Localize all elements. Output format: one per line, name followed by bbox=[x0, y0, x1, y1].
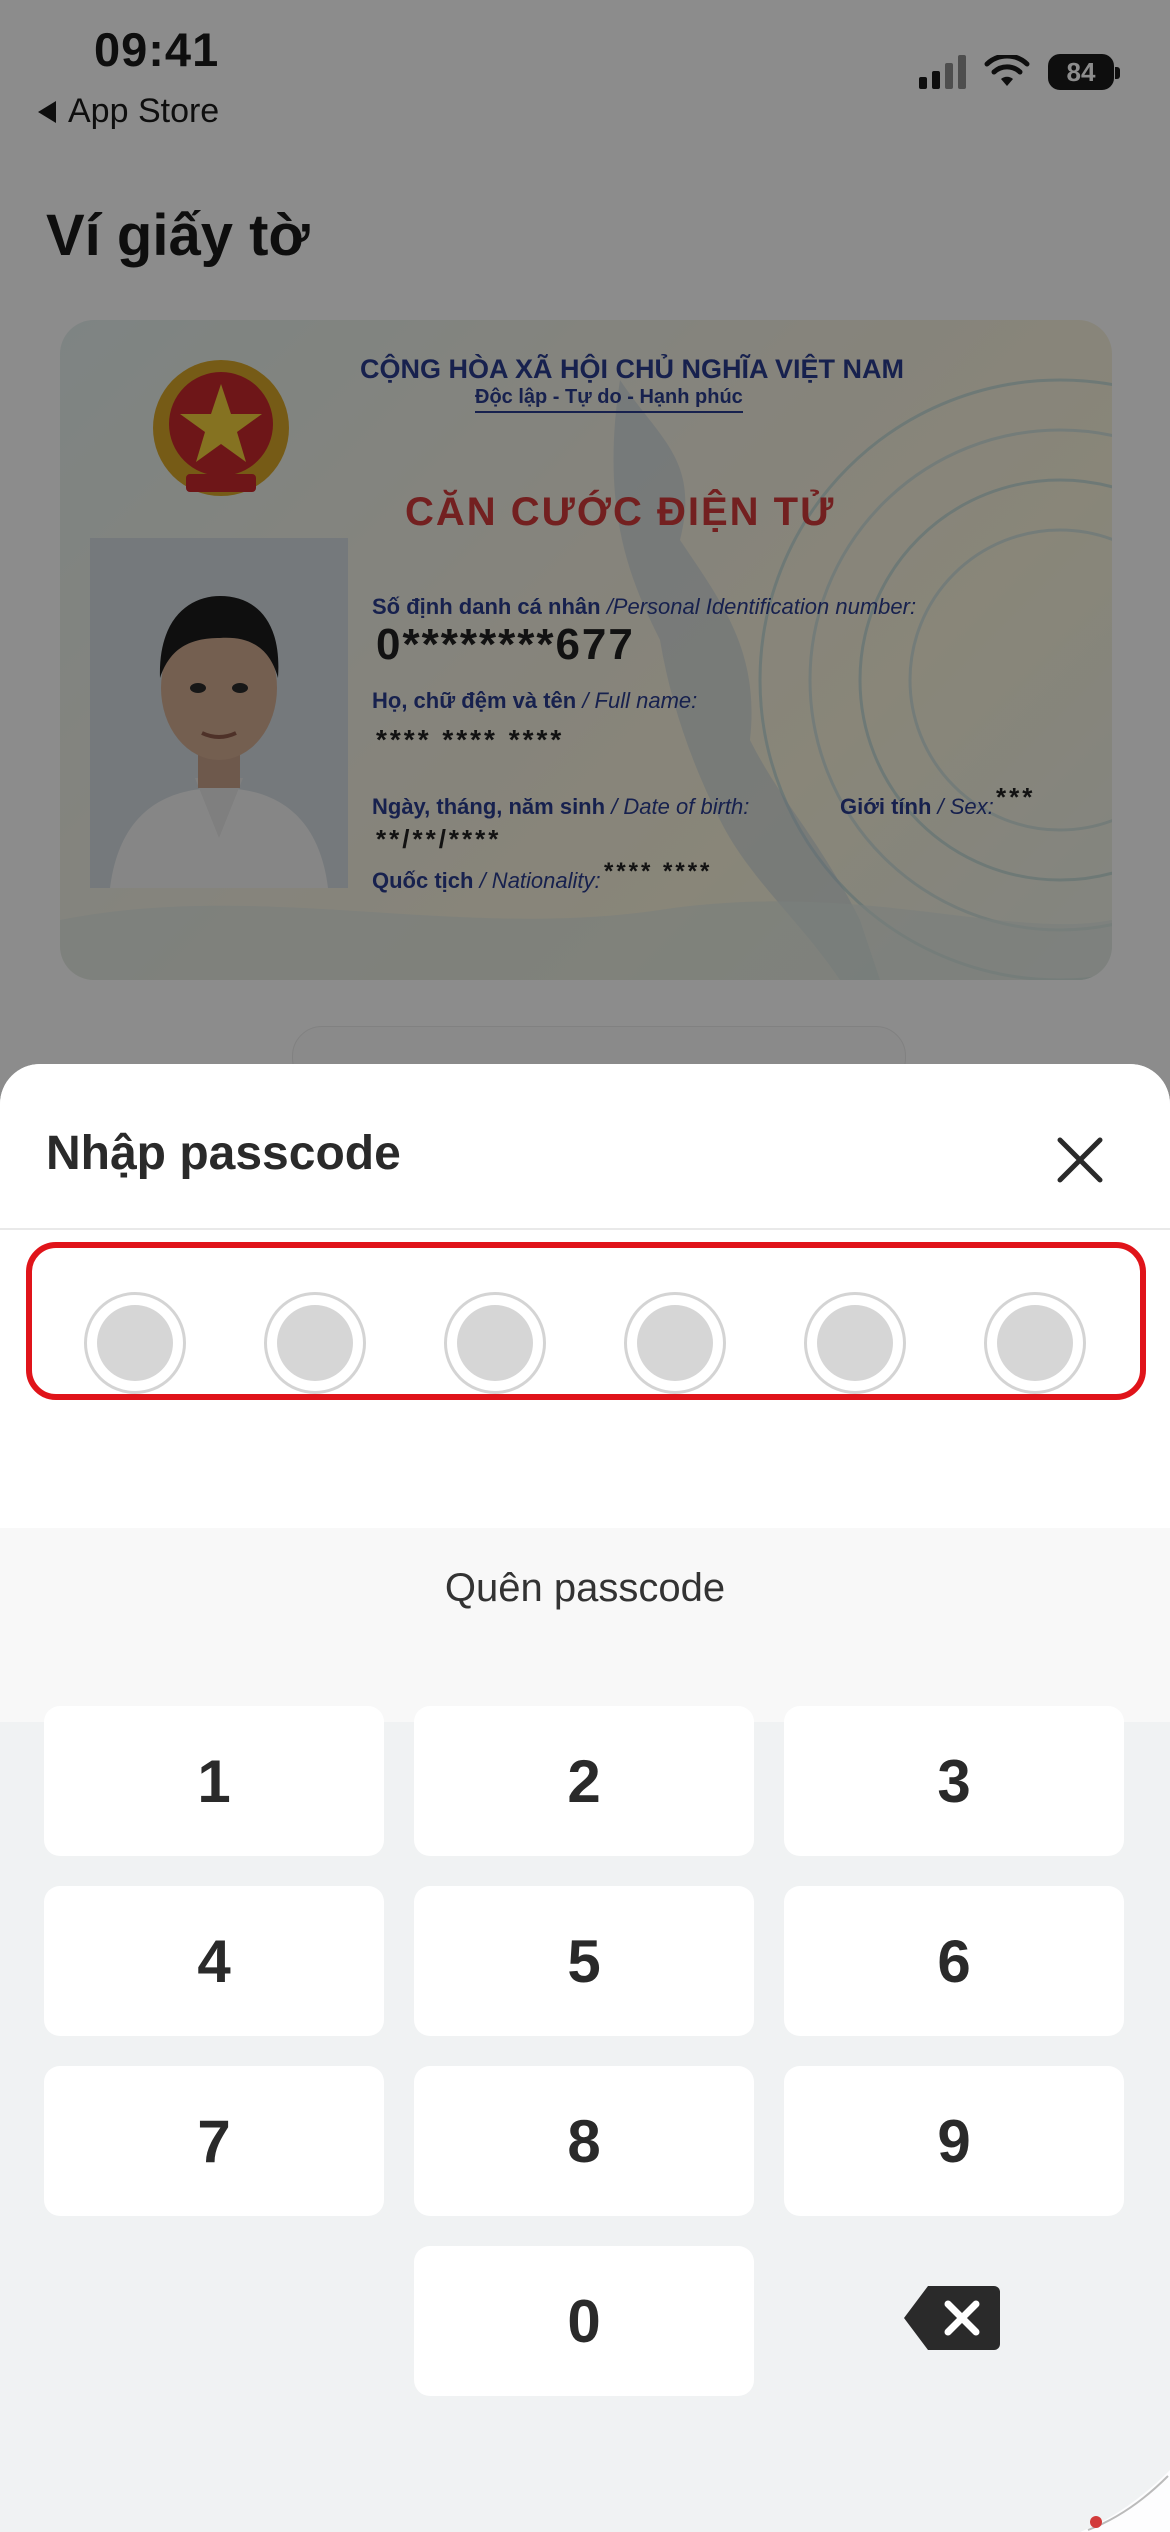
keypad-key-4[interactable]: 4 bbox=[44, 1886, 384, 2036]
forgot-passcode-button[interactable]: Quên passcode bbox=[0, 1566, 1170, 1611]
keypad-key-9[interactable]: 9 bbox=[784, 2066, 1124, 2216]
passcode-dot bbox=[624, 1292, 726, 1394]
passcode-dot bbox=[804, 1292, 906, 1394]
keypad-key-8[interactable]: 8 bbox=[414, 2066, 754, 2216]
sheet-title: Nhập passcode bbox=[46, 1127, 401, 1180]
passcode-dot bbox=[444, 1292, 546, 1394]
backspace-icon[interactable] bbox=[904, 2284, 1000, 2352]
passcode-dot bbox=[84, 1292, 186, 1394]
keypad-key-0[interactable]: 0 bbox=[414, 2246, 754, 2396]
passcode-highlight-box bbox=[26, 1242, 1146, 1400]
sheet-divider bbox=[0, 1228, 1170, 1230]
keypad-key-5[interactable]: 5 bbox=[414, 1886, 754, 2036]
passcode-dot bbox=[984, 1292, 1086, 1394]
keypad-key-6[interactable]: 6 bbox=[784, 1886, 1124, 2036]
keypad-key-7[interactable]: 7 bbox=[44, 2066, 384, 2216]
keypad-key-2[interactable]: 2 bbox=[414, 1706, 754, 1856]
close-icon[interactable] bbox=[1046, 1126, 1114, 1194]
keypad-key-1[interactable]: 1 bbox=[44, 1706, 384, 1856]
forgot-passcode-strip bbox=[0, 1528, 1170, 1722]
keypad-key-3[interactable]: 3 bbox=[784, 1706, 1124, 1856]
screenpresso-watermark-icon bbox=[1080, 2470, 1170, 2532]
passcode-dot bbox=[264, 1292, 366, 1394]
